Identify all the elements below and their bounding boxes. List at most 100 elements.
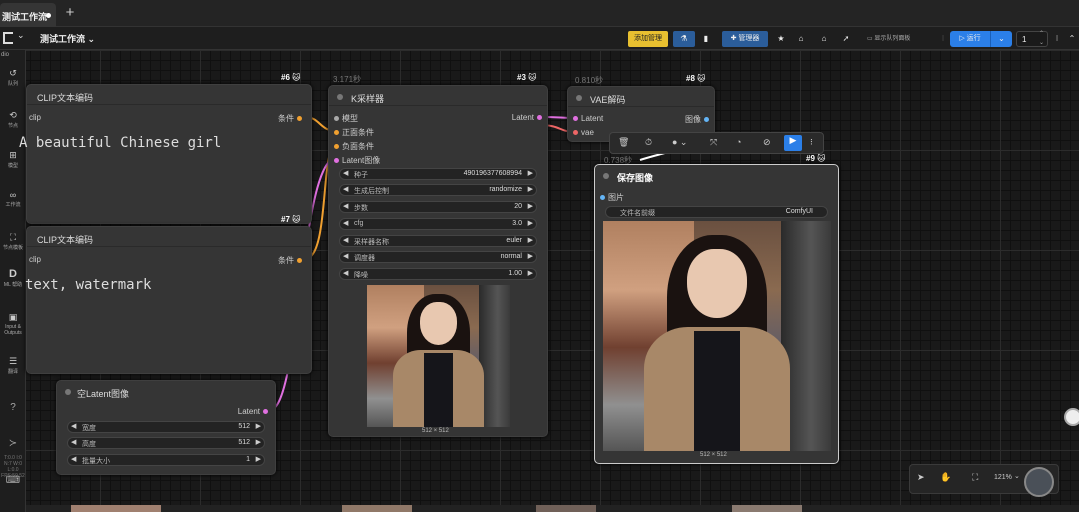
thumbnail[interactable] [732, 505, 802, 512]
denoise-widget[interactable]: ◀ 降噪 1.00 ▶ [339, 268, 537, 280]
fit-view-icon[interactable]: ⤧ [710, 137, 717, 148]
vae-output-image[interactable]: 图像 [685, 114, 712, 125]
port-icon [334, 144, 339, 150]
clip2-prompt-text[interactable]: text, watermark [25, 277, 151, 293]
sidebar: dio ↺ 队列 ⟲ 节点 ⊞ 模型 ∞ 工作流 ⛶ 节点模板 D ML 帮助 ▣ Input… [0, 50, 26, 512]
ksampler-input-model[interactable]: 模型 [331, 113, 358, 124]
increment-icon[interactable]: ▶ [256, 438, 261, 446]
control-after-generate-widget[interactable]: ◀ 生成后控制 randomize ▶ [339, 184, 537, 196]
save-image-node[interactable]: 保存图像 图片 文件名前缀 ComfyUI 512 × 512 [594, 164, 839, 464]
bypass-icon[interactable]: ◔ [736, 137, 741, 147]
sidebar-item-workflows[interactable]: ∞ 工作流 [0, 190, 26, 208]
steps-widget[interactable]: ◀ 步数 20 ▶ [339, 201, 537, 213]
cfg-widget[interactable]: ◀ cfg 3.0 ▶ [339, 218, 537, 230]
increment-icon[interactable]: ▶ [528, 269, 533, 277]
sidebar-item-nodes[interactable]: ⟲ 节点 [0, 110, 26, 129]
ksampler-input-positive[interactable]: 正面条件 [331, 127, 374, 138]
mute-icon[interactable]: ⊘ [763, 137, 771, 148]
decrement-icon[interactable]: ◀ [343, 219, 348, 227]
increment-icon[interactable]: ▶ [528, 202, 533, 210]
vae-input-latent[interactable]: Latent [570, 114, 603, 123]
decrement-icon[interactable]: ◀ [71, 438, 76, 446]
decrement-icon[interactable]: ◀ [343, 169, 348, 177]
empty-latent-node[interactable]: 空Latent图像 Latent ◀ 宽度 512 ▶ ◀ 高度 512 ▶ ◀ 批量大小 1 ▶ [56, 380, 276, 475]
seed-widget[interactable]: ◀ 种子 490196377608994 ▶ [339, 168, 537, 180]
decrement-icon[interactable]: ◀ [343, 236, 348, 244]
ksampler-node[interactable]: K采样器 模型 正面条件 负面条件 Latent图像 Latent ◀ 种子 490… [328, 85, 548, 437]
ksampler-preview-image[interactable] [367, 285, 510, 427]
port-icon [704, 117, 709, 123]
clip-text-encode-node-positive[interactable]: CLIP文本编码 clip 条件 A beautiful Chinese gir… [19, 84, 312, 224]
clip1-input-clip[interactable]: clip [29, 113, 41, 122]
zoom-chevron-icon[interactable]: ⌄ [1014, 472, 1020, 480]
sidebar-item-io[interactable]: ▣ Input & Outputs [0, 312, 26, 336]
clock-icon[interactable]: ⏱ [645, 137, 652, 148]
sidebar-item-queue[interactable]: ↺ 队列 [0, 68, 26, 87]
increment-icon[interactable]: ▶ [528, 169, 533, 177]
decrement-icon[interactable]: ◀ [343, 185, 348, 193]
sidebar-item-models[interactable]: ⊞ 模型 [0, 150, 26, 169]
decrement-icon[interactable]: ◀ [343, 202, 348, 210]
clip1-prompt-text[interactable]: A beautiful Chinese girl [19, 135, 221, 151]
vae-input-vae[interactable]: vae [570, 128, 594, 137]
ksampler-output-latent[interactable]: Latent [512, 113, 545, 122]
execute-selected-button[interactable]: ▶ [784, 135, 802, 151]
queue-thumbnail-strip [26, 505, 1079, 512]
save-title: 保存图像 [617, 173, 654, 183]
select-tool-icon[interactable]: ➤ [917, 472, 925, 483]
increment-icon[interactable]: ▶ [528, 219, 533, 227]
color-picker-icon[interactable]: ● ⌄ [672, 137, 687, 148]
sidebar-item-queue-label: 队列 [7, 81, 18, 87]
latent-width-widget[interactable]: ◀ 宽度 512 ▶ [67, 421, 265, 433]
increment-icon[interactable]: ▶ [528, 252, 533, 260]
vae-title-bar: VAE解码 [568, 87, 714, 107]
keyboard-icon[interactable]: ⌨ [0, 475, 26, 486]
node-8-badge: #8 🐱 [686, 74, 706, 83]
more-options-icon[interactable]: ⁝ [810, 137, 813, 148]
save-preview-image[interactable] [603, 221, 831, 451]
latent-batch-widget[interactable]: ◀ 批量大小 1 ▶ [67, 454, 265, 466]
delete-icon[interactable]: 🗑 [618, 137, 629, 148]
save-input-images[interactable]: 图片 [597, 192, 624, 203]
model-library-icon: ⊞ [9, 150, 17, 160]
help-icon[interactable]: ? [0, 402, 26, 413]
sampler-name-widget[interactable]: ◀ 采样器名称 euler ▶ [339, 235, 537, 247]
latent-output[interactable]: Latent [238, 407, 271, 416]
sidebar-item-io-label: Input & Outputs [4, 324, 22, 336]
clip2-output-conditioning[interactable]: 条件 [278, 255, 305, 266]
port-icon [573, 130, 578, 136]
node-9-badge: #9 🐱 [806, 154, 826, 163]
increment-icon[interactable]: ▶ [256, 455, 261, 463]
fit-screen-icon[interactable]: ⛶ [972, 472, 978, 483]
decrement-icon[interactable]: ◀ [71, 455, 76, 463]
ksampler-input-negative[interactable]: 负面条件 [331, 141, 374, 152]
thumbnail[interactable] [71, 505, 161, 512]
hand-tool-icon[interactable]: ✋ [940, 472, 951, 483]
zoom-level[interactable]: 121% [994, 474, 1012, 481]
sidebar-item-ml-help[interactable]: D ML 帮助 [0, 268, 26, 288]
increment-icon[interactable]: ▶ [256, 422, 261, 430]
sidebar-item-templates-label: 节点模板 [2, 245, 23, 251]
clip2-input-clip[interactable]: clip [29, 255, 41, 264]
filename-prefix-widget[interactable]: 文件名前缀 ComfyUI [605, 206, 828, 218]
sidebar-item-templates[interactable]: ⛶ 节点模板 [0, 232, 26, 251]
thumbnail[interactable] [342, 505, 412, 512]
port-icon [334, 116, 339, 122]
ksampler-timer: 3.171秒 [333, 75, 362, 84]
decrement-icon[interactable]: ◀ [343, 269, 348, 277]
decrement-icon[interactable]: ◀ [343, 252, 348, 260]
ksampler-input-latent[interactable]: Latent图像 [331, 155, 380, 166]
decrement-icon[interactable]: ◀ [71, 422, 76, 430]
minimap-logo-icon[interactable] [1024, 467, 1054, 497]
node-status-dot-icon [65, 389, 71, 395]
scheduler-widget[interactable]: ◀ 调度器 normal ▶ [339, 251, 537, 263]
clip1-output-conditioning[interactable]: 条件 [278, 113, 305, 124]
terminal-icon[interactable]: ≻ [0, 438, 26, 449]
latent-height-widget[interactable]: ◀ 高度 512 ▶ [67, 437, 265, 449]
sidebar-item-translate[interactable]: ☰ 翻译 [0, 356, 26, 375]
increment-icon[interactable]: ▶ [528, 236, 533, 244]
assistant-avatar[interactable] [1064, 408, 1079, 426]
thumbnail[interactable] [536, 505, 596, 512]
clip-text-encode-node-negative[interactable]: CLIP文本编码 clip 条件 text, watermark [25, 226, 312, 374]
increment-icon[interactable]: ▶ [528, 185, 533, 193]
